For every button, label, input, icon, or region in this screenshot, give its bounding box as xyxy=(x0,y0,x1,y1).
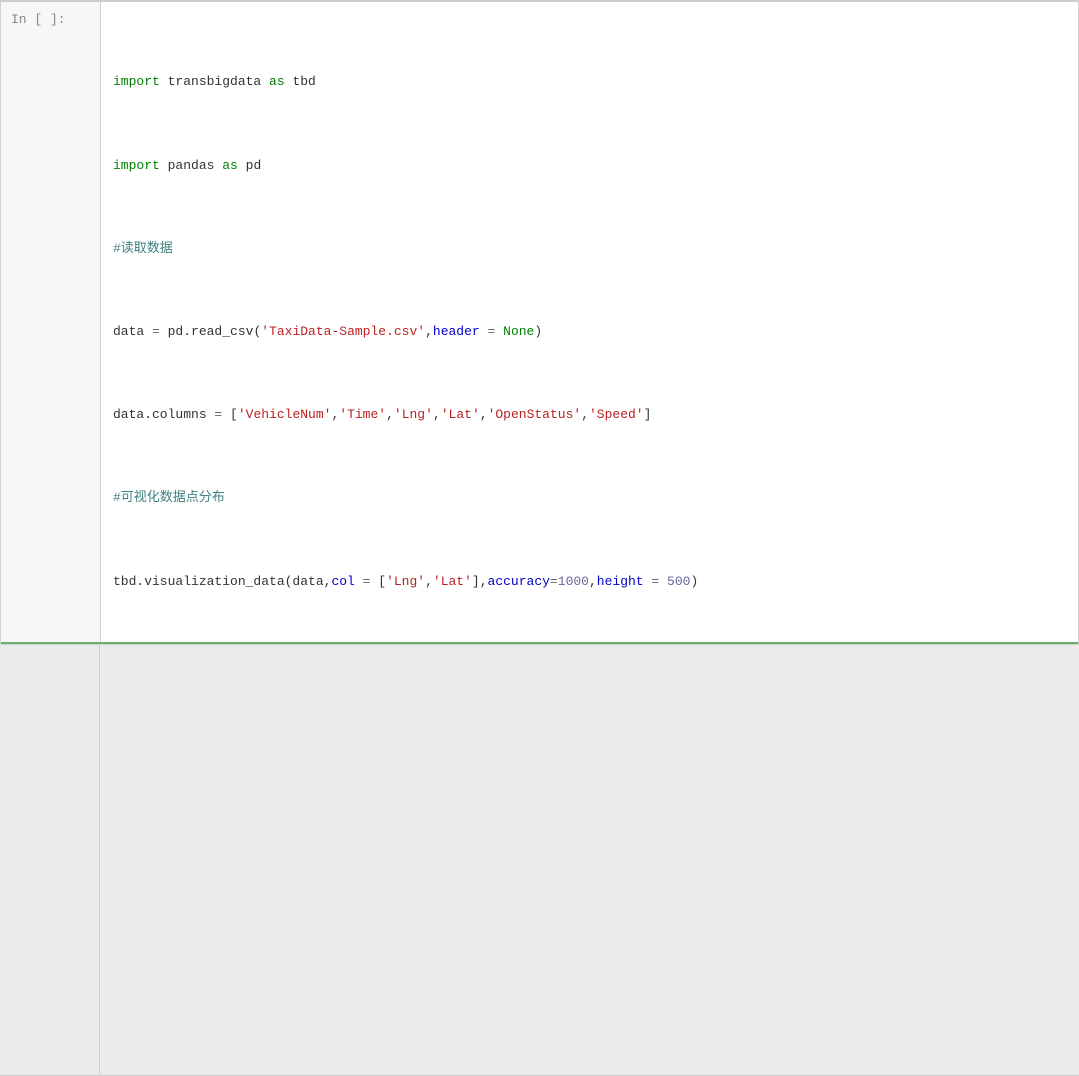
code-line-3: #读取数据 xyxy=(113,239,1066,260)
notebook-container: In [ ]: import transbigdata as tbd impor… xyxy=(0,0,1079,607)
code-line-4: data = pd.read_csv('TaxiData-Sample.csv'… xyxy=(113,322,1066,343)
output-prompt-area xyxy=(0,645,100,1075)
code-line-5: data.columns = ['VehicleNum','Time','Lng… xyxy=(113,405,1066,426)
code-line-2: import pandas as pd xyxy=(113,156,1066,177)
output-body xyxy=(100,645,1079,1075)
code-line-7: tbd.visualization_data(data,col = ['Lng'… xyxy=(113,572,1066,593)
code-line-1: import transbigdata as tbd xyxy=(113,72,1066,93)
cell-input-area: In [ ]: import transbigdata as tbd impor… xyxy=(1,2,1078,644)
cell-prompt: In [ ]: xyxy=(1,2,101,642)
cell-code[interactable]: import transbigdata as tbd import pandas… xyxy=(101,2,1078,642)
code-cell: In [ ]: import transbigdata as tbd impor… xyxy=(0,1,1079,645)
cell-output xyxy=(0,645,1079,1075)
code-line-6: #可视化数据点分布 xyxy=(113,488,1066,509)
